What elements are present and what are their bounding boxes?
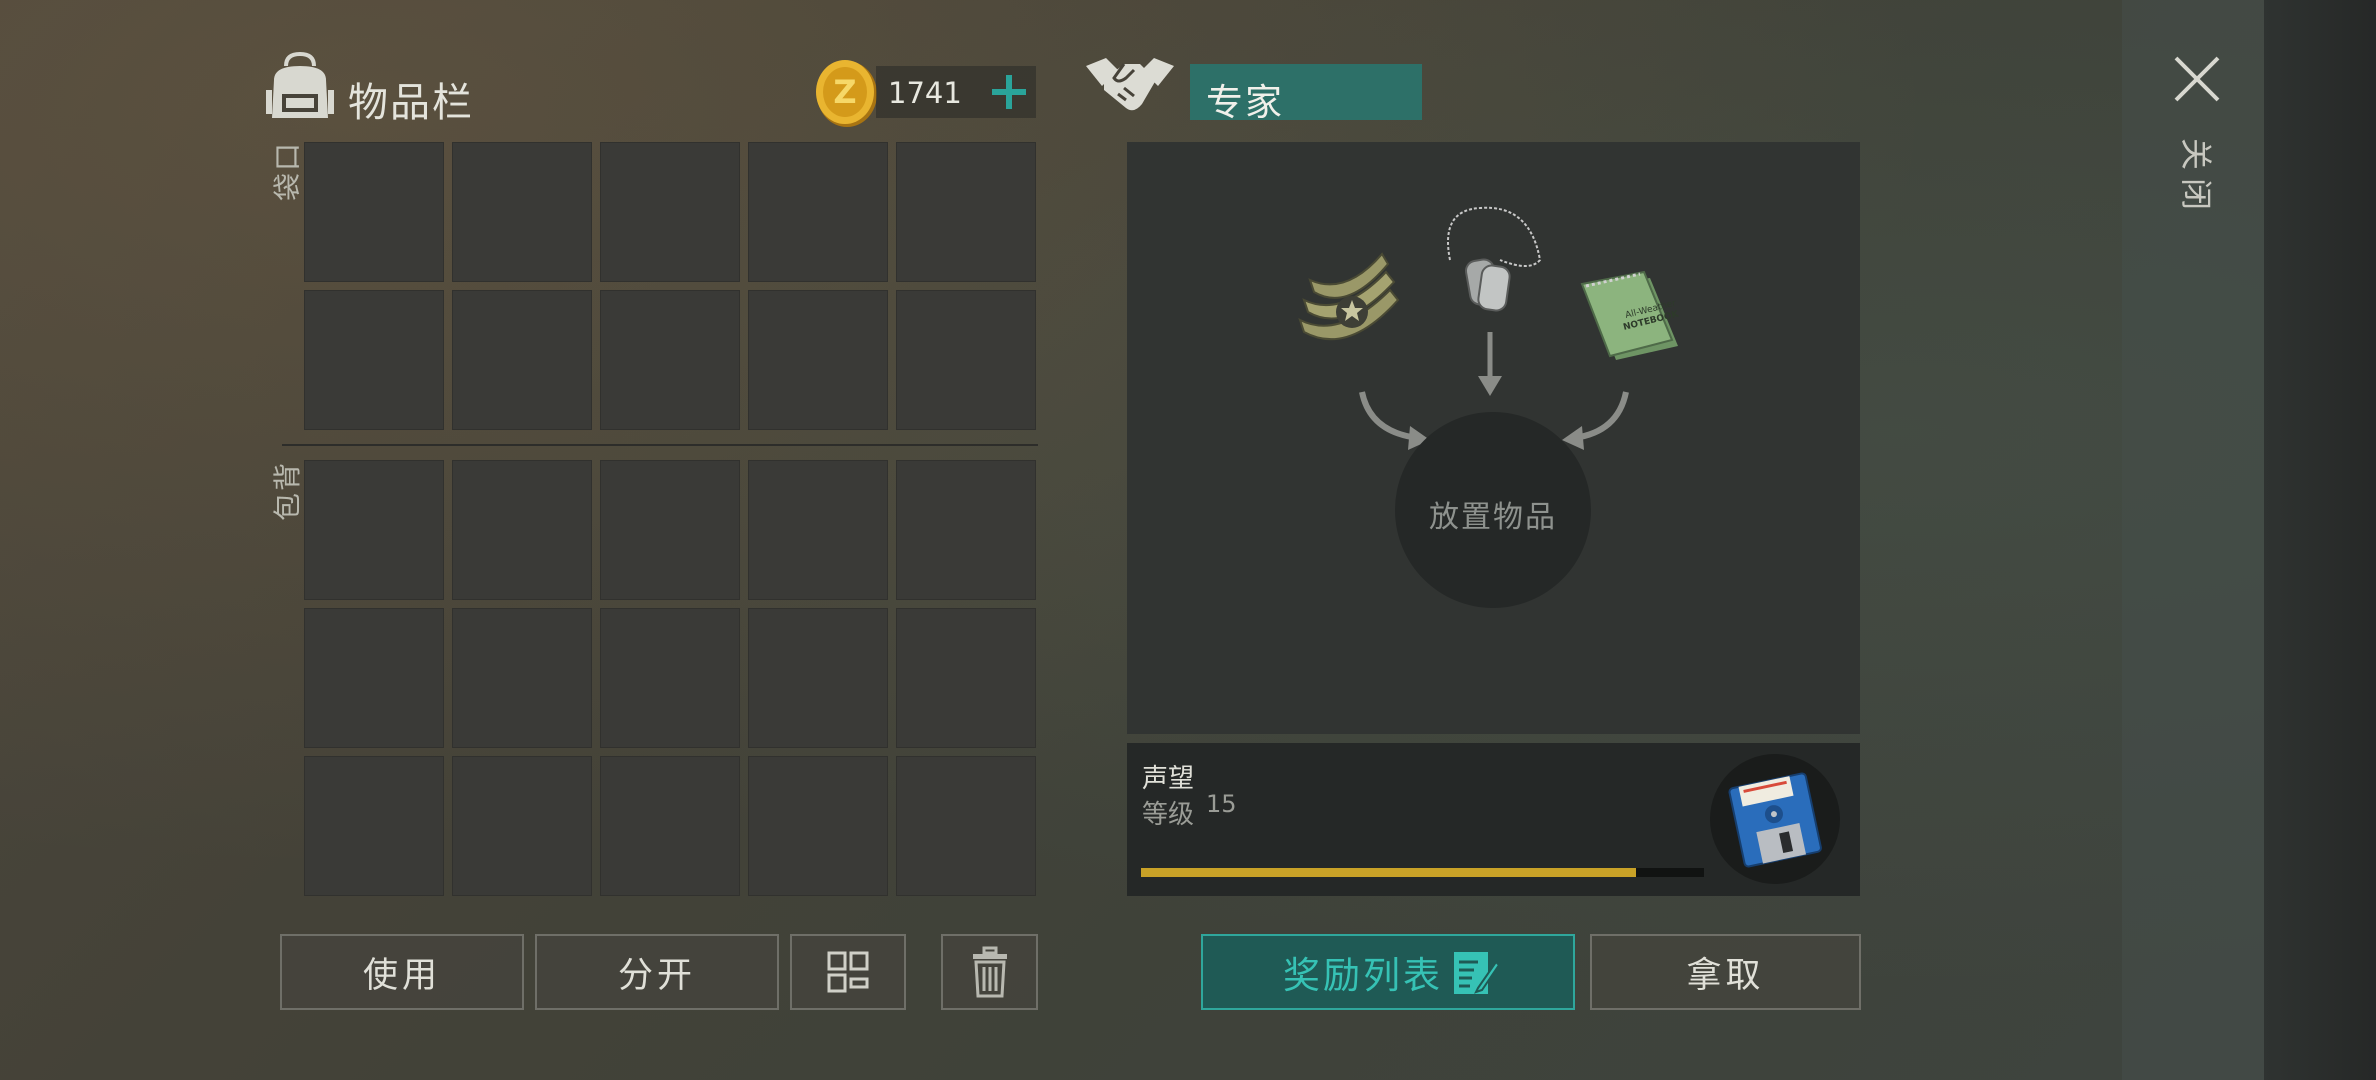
backpack-slot[interactable]: [452, 608, 592, 748]
close-label[interactable]: 关 闭: [2176, 134, 2216, 214]
reward-list-icon: [1454, 952, 1500, 994]
pocket-slot[interactable]: [600, 290, 740, 430]
floppy-disk-slot[interactable]: [1710, 754, 1840, 884]
level-label: 等级: [1142, 800, 1195, 830]
pocket-grid: [304, 142, 1036, 430]
use-button[interactable]: 使用: [280, 934, 524, 1010]
backpack-slot[interactable]: [452, 460, 592, 600]
grid-sort-icon: [827, 951, 869, 993]
backpack-icon: [266, 51, 334, 118]
right-edge: [2264, 0, 2376, 1080]
expert-tab-label: 专家: [1206, 81, 1284, 124]
pocket-label: 口 袋: [268, 142, 308, 202]
pocket-slot[interactable]: [452, 290, 592, 430]
backpack-slot[interactable]: [748, 608, 888, 748]
backpack-slot[interactable]: [600, 608, 740, 748]
place-item-label: 放置物品: [1429, 500, 1557, 535]
backpack-slot[interactable]: [896, 756, 1036, 896]
pocket-slot[interactable]: [452, 142, 592, 282]
backpack-slot[interactable]: [748, 460, 888, 600]
coin-balance: 1741: [888, 76, 962, 110]
backpack-slot[interactable]: [452, 756, 592, 896]
backpack-label: 背 包: [268, 462, 308, 522]
backpack-slot[interactable]: [600, 756, 740, 896]
backpack-slot[interactable]: [304, 460, 444, 600]
pocket-slot[interactable]: [304, 290, 444, 430]
notebook-icon: All-Weather NOTEBOOK: [1580, 270, 1681, 360]
backpack-slot[interactable]: [896, 460, 1036, 600]
close-label-char-1: 关: [2177, 137, 2215, 170]
pocket-label-char-2: 袋: [271, 173, 304, 202]
dog-tags-icon: [1447, 206, 1542, 312]
backpack-label-char-2: 包: [271, 493, 304, 522]
sort-button[interactable]: [790, 934, 906, 1010]
pocket-slot[interactable]: [304, 142, 444, 282]
level-value: 15: [1206, 790, 1237, 818]
split-button[interactable]: 分开: [535, 934, 779, 1010]
close-icon[interactable]: [2172, 54, 2222, 104]
add-coins-button[interactable]: [980, 66, 1036, 118]
handshake-icon: [1086, 58, 1174, 111]
close-label-char-2: 闭: [2177, 177, 2215, 210]
backpack-slot[interactable]: [304, 756, 444, 896]
backpack-slot[interactable]: [600, 460, 740, 600]
coin-icon: Z: [816, 60, 877, 127]
inventory-title: 物品栏: [348, 80, 474, 126]
svg-text:Z: Z: [833, 73, 856, 111]
backpack-slot[interactable]: [896, 608, 1036, 748]
reputation-title: 声望: [1142, 764, 1195, 794]
backpack-grid: [304, 460, 1036, 896]
reward-list-button[interactable]: 奖励列表: [1201, 934, 1575, 1010]
chevron-insignia-icon: [1298, 252, 1400, 341]
pocket-slot[interactable]: [600, 142, 740, 282]
reputation-progress-fill: [1141, 868, 1636, 877]
floppy-disk-icon: [1728, 772, 1822, 868]
inventory-divider: [282, 444, 1038, 446]
pocket-slot[interactable]: [748, 290, 888, 430]
pocket-slot[interactable]: [896, 290, 1036, 430]
take-button[interactable]: 拿取: [1590, 934, 1861, 1010]
trash-button[interactable]: [941, 934, 1038, 1010]
pocket-slot[interactable]: [748, 142, 888, 282]
pocket-slot[interactable]: [896, 142, 1036, 282]
backpack-slot[interactable]: [304, 608, 444, 748]
backpack-slot[interactable]: [748, 756, 888, 896]
trash-icon: [972, 946, 1007, 998]
